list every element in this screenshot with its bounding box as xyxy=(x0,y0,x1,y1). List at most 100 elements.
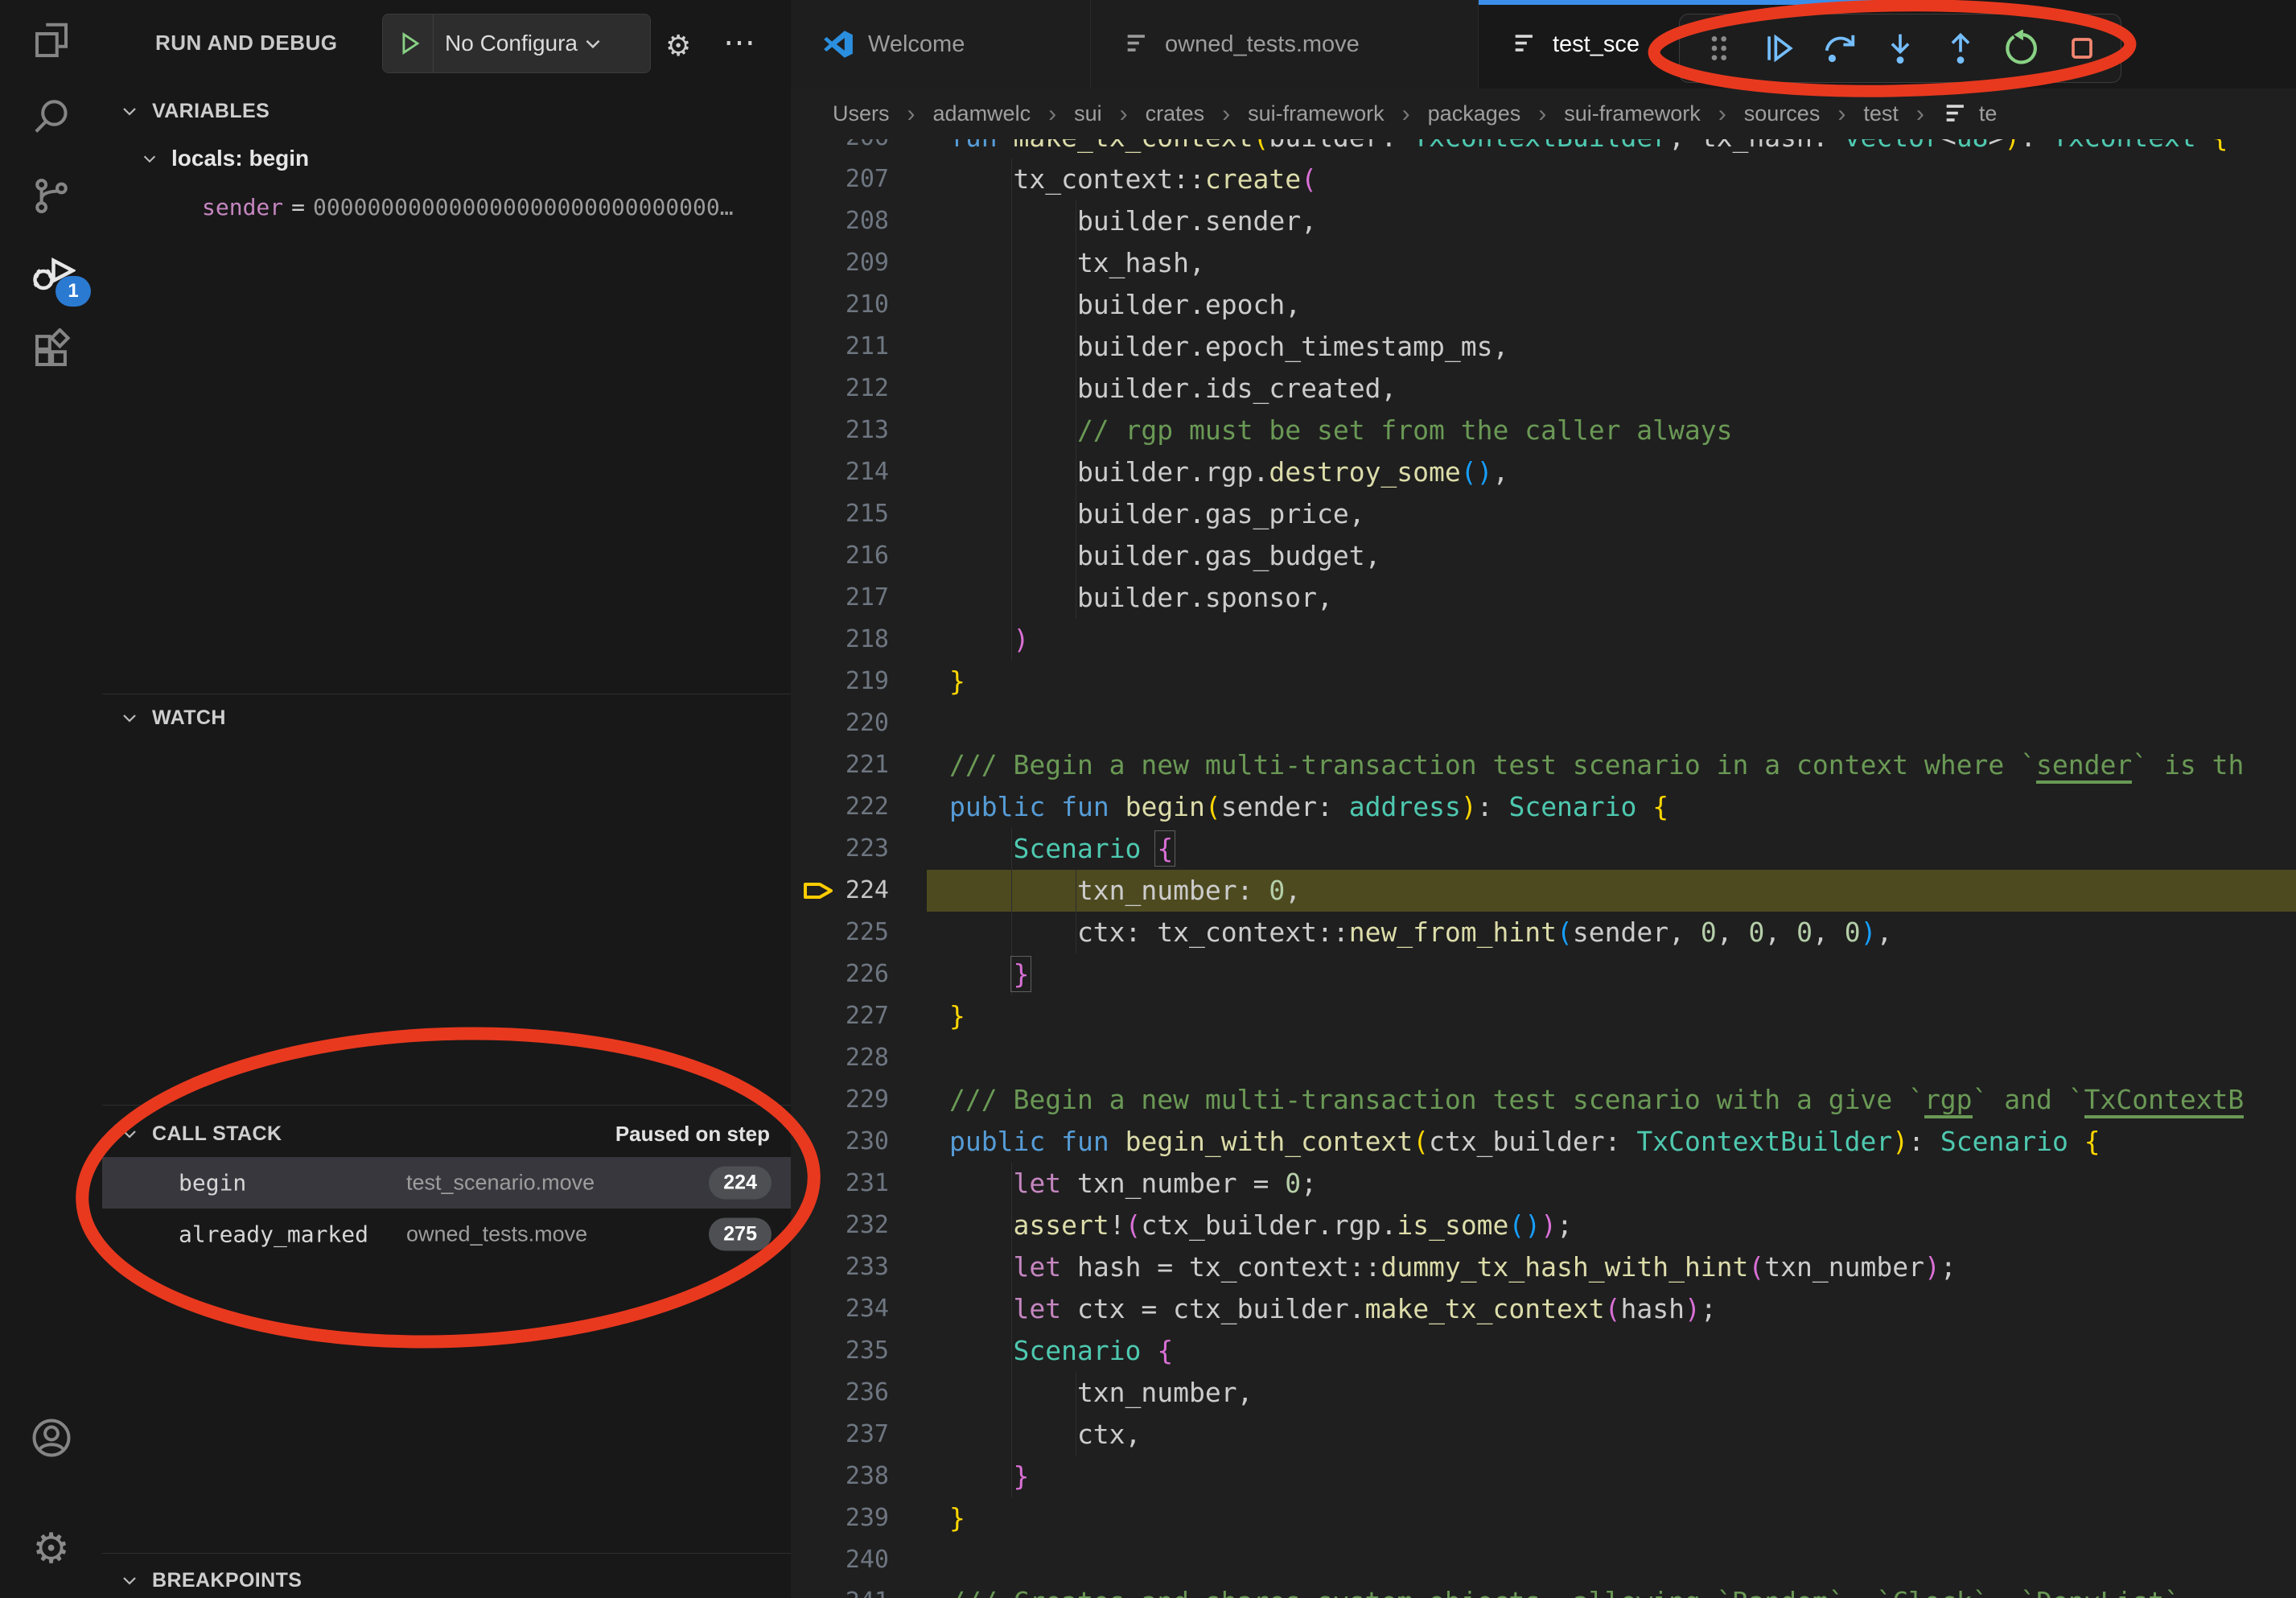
search-icon[interactable] xyxy=(0,79,102,154)
tab-label: Welcome xyxy=(868,31,965,58)
line-number[interactable]: 212 xyxy=(791,368,889,410)
line-number[interactable]: 231 xyxy=(791,1163,889,1205)
breadcrumb-separator: › xyxy=(1222,101,1230,128)
line-number[interactable]: 230 xyxy=(791,1121,889,1163)
breakpoints-section-header[interactable]: BREAKPOINTS xyxy=(102,1559,791,1598)
breadcrumb-item[interactable]: Users xyxy=(833,101,890,126)
line-number[interactable]: 232 xyxy=(791,1205,889,1246)
debug-settings-gear-icon[interactable]: ⚙ xyxy=(665,29,691,63)
settings-gear-icon[interactable]: ⚙ xyxy=(0,1511,102,1587)
line-number[interactable]: 234 xyxy=(791,1288,889,1330)
step-out-button[interactable] xyxy=(1935,23,1986,74)
line-number[interactable]: 211 xyxy=(791,326,889,368)
code-line: 241/// Creates and shares system objects… xyxy=(791,1581,2296,1598)
code-editor[interactable]: 206fun make_tx_context(builder: TxContex… xyxy=(791,0,2296,1598)
breadcrumb-item[interactable]: packages xyxy=(1428,101,1521,126)
breadcrumb-file[interactable]: te xyxy=(1942,101,1998,128)
explorer-icon[interactable] xyxy=(0,3,102,79)
code-line: 207 tx_context::create( xyxy=(791,159,2296,200)
line-number[interactable]: 241 xyxy=(791,1581,889,1598)
code-line: 221/// Begin a new multi-transaction tes… xyxy=(791,744,2296,786)
step-over-button[interactable] xyxy=(1814,23,1866,74)
breadcrumb-item[interactable]: test xyxy=(1863,101,1899,126)
code-line: 233 let hash = tx_context::dummy_tx_hash… xyxy=(791,1246,2296,1288)
line-number[interactable]: 223 xyxy=(791,828,889,870)
code-line-text: } xyxy=(949,661,2296,702)
tab-welcome[interactable]: Welcome xyxy=(791,0,1091,89)
code-line: 208 builder.sender, xyxy=(791,200,2296,242)
frame-file: owned_tests.move xyxy=(406,1222,587,1247)
line-number[interactable]: 233 xyxy=(791,1246,889,1288)
editor-area[interactable]: 206fun make_tx_context(builder: TxContex… xyxy=(791,0,2296,1598)
line-number[interactable]: 215 xyxy=(791,493,889,535)
variables-scope-row[interactable]: locals: begin xyxy=(102,137,791,180)
line-number[interactable]: 220 xyxy=(791,702,889,744)
line-number[interactable]: 222 xyxy=(791,786,889,828)
stop-icon xyxy=(2064,31,2100,66)
line-number[interactable]: 236 xyxy=(791,1372,889,1414)
accounts-icon[interactable] xyxy=(0,1400,102,1476)
tab-label: owned_tests.move xyxy=(1165,31,1360,58)
breadcrumb-item[interactable]: sui xyxy=(1074,101,1102,126)
call-stack-section-header[interactable]: CALL STACK Paused on step xyxy=(102,1113,791,1155)
line-number[interactable]: 229 xyxy=(791,1079,889,1121)
watch-section-header[interactable]: WATCH xyxy=(102,697,791,739)
code-line-text: txn_number: 0, xyxy=(949,870,2296,912)
start-debug-icon xyxy=(396,30,423,57)
line-number[interactable]: 219 xyxy=(791,661,889,702)
step-into-button[interactable] xyxy=(1874,23,1926,74)
breadcrumb-item[interactable]: adamwelc xyxy=(933,101,1031,126)
call-stack-frame-begin[interactable]: begintest_scenario.move224 xyxy=(102,1157,791,1209)
line-number[interactable]: 207 xyxy=(791,159,889,200)
line-number[interactable]: 221 xyxy=(791,744,889,786)
line-number[interactable]: 218 xyxy=(791,619,889,661)
breadcrumb-item[interactable]: sources xyxy=(1744,101,1821,126)
frame-function: begin xyxy=(179,1170,246,1196)
breadcrumb-item[interactable]: sui-framework xyxy=(1564,101,1701,126)
line-number[interactable]: 237 xyxy=(791,1414,889,1456)
line-number[interactable]: 227 xyxy=(791,995,889,1037)
call-stack-frame-already_marked[interactable]: already_markedowned_tests.move275 xyxy=(102,1209,791,1260)
line-number[interactable]: 213 xyxy=(791,410,889,451)
section-divider xyxy=(102,1105,791,1106)
chevron-down-icon xyxy=(120,1124,139,1143)
activity-bar: 1 ⚙ xyxy=(0,0,103,1598)
line-number[interactable]: 214 xyxy=(791,451,889,493)
line-number[interactable]: 228 xyxy=(791,1037,889,1079)
line-number[interactable]: 208 xyxy=(791,200,889,242)
code-line-text: tx_context::create( xyxy=(949,159,2296,200)
tab-owned-tests-move[interactable]: owned_tests.move xyxy=(1091,0,1479,89)
variable-row[interactable]: sender = 000000000000000000000000000000… xyxy=(102,183,791,230)
breadcrumb-item[interactable]: crates xyxy=(1146,101,1205,126)
move-file-icon xyxy=(1511,31,1538,58)
source-control-icon[interactable] xyxy=(0,158,102,233)
launch-configuration-dropdown[interactable]: No Configura xyxy=(382,14,651,73)
line-number[interactable]: 216 xyxy=(791,535,889,577)
line-number[interactable]: 210 xyxy=(791,284,889,326)
code-line: 227} xyxy=(791,995,2296,1037)
continue-button[interactable] xyxy=(1753,23,1804,74)
drag-handle[interactable] xyxy=(1693,23,1744,74)
extensions-icon[interactable] xyxy=(0,312,102,388)
line-number[interactable]: 225 xyxy=(791,912,889,953)
code-line-text: ) xyxy=(949,619,2296,661)
restart-button[interactable] xyxy=(1996,23,2047,74)
variables-section-header[interactable]: VARIABLES xyxy=(102,90,791,132)
code-line: 218 ) xyxy=(791,619,2296,661)
run-and-debug-icon[interactable]: 1 xyxy=(0,236,102,311)
line-number[interactable]: 224 xyxy=(791,870,889,912)
breadcrumb: Users›adamwelc›sui›crates›sui-framework›… xyxy=(791,89,2296,139)
stop-button[interactable] xyxy=(2056,23,2108,74)
line-number[interactable]: 240 xyxy=(791,1539,889,1581)
line-number[interactable]: 235 xyxy=(791,1330,889,1372)
views-more-actions-icon[interactable]: ⋯ xyxy=(723,24,757,61)
code-line: 220 xyxy=(791,702,2296,744)
line-number[interactable]: 217 xyxy=(791,577,889,619)
line-number[interactable]: 209 xyxy=(791,242,889,284)
code-line: 240 xyxy=(791,1539,2296,1581)
breadcrumb-item[interactable]: sui-framework xyxy=(1248,101,1385,126)
line-number[interactable]: 238 xyxy=(791,1456,889,1497)
vscode-window: 1 ⚙ RUN AND DEBUG No Configura xyxy=(0,0,2296,1598)
line-number[interactable]: 239 xyxy=(791,1497,889,1539)
line-number[interactable]: 226 xyxy=(791,953,889,995)
